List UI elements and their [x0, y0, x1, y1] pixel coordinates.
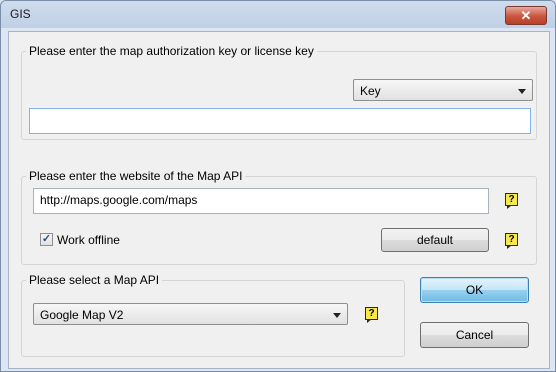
default-button[interactable]: default [381, 228, 489, 252]
map-api-legend: Please select a Map API [29, 273, 160, 287]
title-bar[interactable]: GIS ✕ [1, 1, 555, 28]
website-help-icon[interactable]: ? [505, 193, 518, 209]
check-icon: ✓ [41, 233, 52, 245]
dialog-client-area: Please enter the map authorization key o… [8, 31, 550, 369]
map-api-select[interactable]: Google Map V2 [33, 303, 348, 325]
key-type-value: Key [360, 84, 381, 98]
offline-help-icon[interactable]: ? [505, 233, 518, 249]
license-key-legend: Please enter the map authorization key o… [29, 44, 314, 58]
cancel-button[interactable]: Cancel [420, 322, 529, 348]
license-key-input[interactable] [29, 108, 531, 134]
work-offline-checkbox[interactable]: ✓ [40, 233, 53, 246]
gis-dialog: GIS ✕ Please enter the map authorization… [0, 0, 556, 372]
chevron-down-icon [333, 313, 341, 318]
ok-button[interactable]: OK [420, 277, 529, 303]
map-api-help-icon[interactable]: ? [365, 307, 378, 323]
website-legend: Please enter the website of the Map API [29, 169, 243, 183]
key-type-select[interactable]: Key [353, 79, 533, 101]
chevron-down-icon [518, 89, 526, 94]
close-button[interactable]: ✕ [505, 6, 547, 25]
close-icon: ✕ [520, 7, 532, 23]
work-offline-label[interactable]: Work offline [57, 233, 120, 247]
website-url-input[interactable]: http://maps.google.com/maps [33, 188, 489, 214]
map-api-value: Google Map V2 [40, 308, 124, 322]
window-title: GIS [10, 7, 31, 21]
